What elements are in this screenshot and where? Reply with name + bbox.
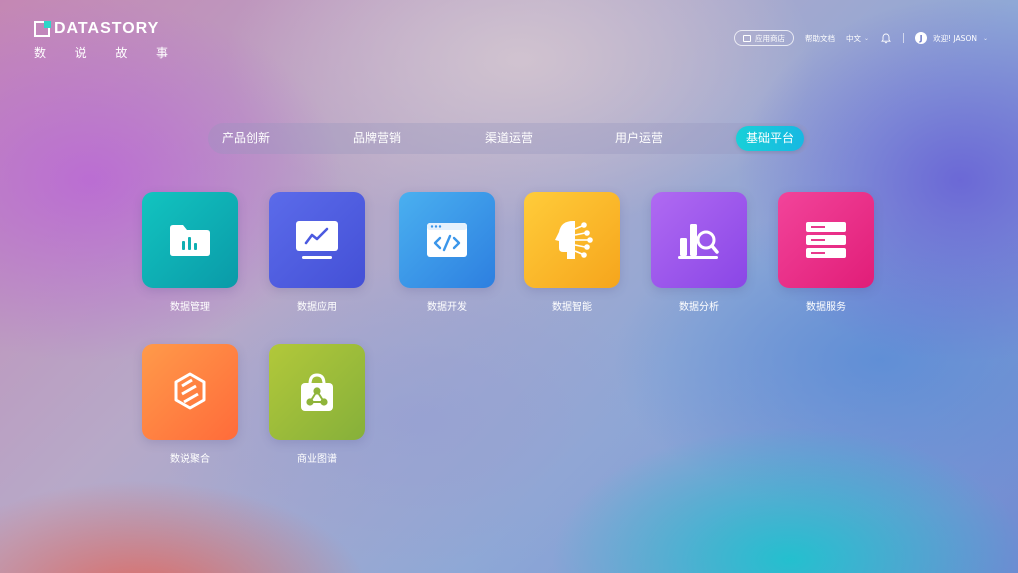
tab-basic-platform[interactable]: 基础平台 (736, 126, 805, 151)
app-store-button[interactable]: 应用商店 (734, 30, 795, 46)
tile-icon-bg (399, 192, 495, 288)
monitor-chart-icon (296, 221, 338, 259)
user-menu[interactable]: J 欢迎! JASON ⌄ (915, 32, 988, 44)
tile-label: 数说聚合 (170, 454, 210, 465)
app-tile-data-management[interactable]: 数据管理 (142, 192, 238, 313)
app-tile-data-development[interactable]: 数据开发 (399, 192, 495, 313)
logo-text: DATASTORY (54, 20, 160, 37)
help-docs-link[interactable]: 帮助文档 (805, 33, 835, 44)
top-toolbar: 应用商店 帮助文档 中文 ⌄ J 欢迎! JASON ⌄ (734, 29, 988, 47)
logo-subtitle-char: 数 (34, 46, 47, 60)
avatar: J (915, 32, 928, 44)
category-tabs: 产品创新 品牌营销 渠道运营 用户运营 基础平台 (208, 123, 810, 154)
app-store-label: 应用商店 (755, 33, 786, 43)
tile-icon-bg (269, 192, 365, 288)
tile-label: 数据服务 (806, 302, 846, 313)
toolbar-divider (903, 33, 905, 43)
tile-icon-bg (269, 344, 365, 440)
app-tile-data-analysis[interactable]: 数据分析 (651, 192, 747, 313)
tile-label: 数据智能 (552, 302, 592, 313)
logo-mark (34, 20, 51, 37)
language-select[interactable]: 中文 ⌄ (846, 33, 869, 44)
tile-icon-bg (524, 192, 620, 288)
tile-label: 数据分析 (679, 302, 719, 313)
chevron-down-icon: ⌄ (982, 34, 988, 42)
logo-subtitle-char: 说 (74, 46, 87, 60)
welcome-text: 欢迎! JASON (933, 33, 977, 43)
chart-search-icon (678, 224, 719, 259)
tile-icon-bg (142, 192, 238, 288)
datastory-logo[interactable]: DATASTORY 数 说 故 事 (34, 20, 174, 61)
app-tile-business-graph[interactable]: 商业图谱 (269, 344, 365, 465)
tile-label: 数据应用 (297, 302, 337, 313)
app-tile-datastory-aggregate[interactable]: 数说聚合 (142, 344, 238, 465)
logo-subtitle-char: 事 (155, 46, 168, 60)
cube-link-icon (174, 372, 206, 410)
shopping-bag-graph-icon (301, 373, 333, 411)
language-label: 中文 (846, 33, 862, 43)
tile-icon-bg (778, 192, 874, 288)
tab-brand-marketing[interactable]: 品牌营销 (353, 126, 401, 151)
tab-product-innovation[interactable]: 产品创新 (222, 126, 270, 151)
bell-icon-svg (881, 33, 892, 43)
tile-icon-bg (142, 344, 238, 440)
app-tile-data-service[interactable]: 数据服务 (778, 192, 874, 313)
tab-user-operations[interactable]: 用户运营 (615, 126, 663, 151)
tile-icon-bg (651, 192, 747, 288)
app-tile-data-application[interactable]: 数据应用 (269, 192, 365, 313)
ai-head-icon (555, 221, 593, 259)
bell-icon[interactable] (880, 32, 892, 44)
tile-label: 商业图谱 (297, 454, 337, 465)
folder-chart-icon (170, 225, 210, 256)
tile-label: 数据管理 (170, 302, 210, 313)
logo-subtitle-char: 故 (115, 46, 128, 60)
logo-subtitle: 数 说 故 事 (34, 44, 168, 61)
store-icon (743, 34, 752, 42)
tab-channel-operations[interactable]: 渠道运营 (485, 126, 533, 151)
server-icon (806, 222, 846, 258)
tile-label: 数据开发 (427, 302, 467, 313)
code-window-icon (427, 223, 467, 257)
chevron-down-icon: ⌄ (864, 34, 870, 42)
app-tile-data-intelligence[interactable]: 数据智能 (524, 192, 620, 313)
